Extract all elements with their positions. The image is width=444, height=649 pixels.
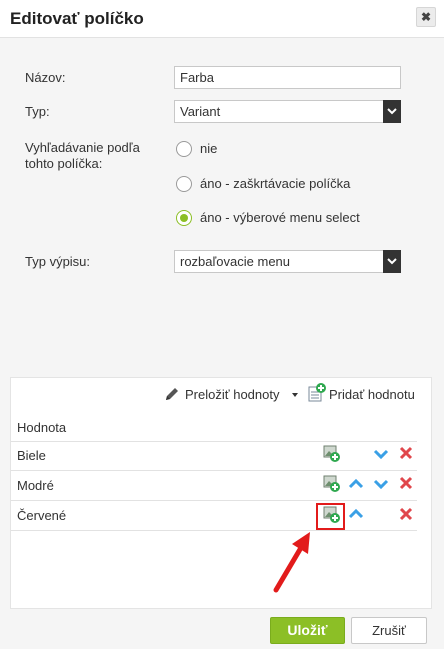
delete-icon[interactable] bbox=[398, 506, 416, 524]
annotation-arrow-icon bbox=[273, 532, 310, 593]
header-divider bbox=[11, 441, 417, 442]
translate-values-button[interactable]: Preložiť hodnoty bbox=[185, 387, 280, 402]
name-input[interactable]: Farba bbox=[174, 66, 401, 89]
cancel-button[interactable]: Zrušiť bbox=[351, 617, 427, 644]
chevron-down-icon bbox=[383, 250, 401, 273]
type-label: Typ: bbox=[25, 104, 50, 119]
value-row-name: Červené bbox=[17, 508, 67, 523]
radio-search-checkboxes[interactable] bbox=[176, 176, 192, 192]
radio-search-select[interactable] bbox=[176, 210, 192, 226]
close-button[interactable]: ✖ bbox=[416, 7, 436, 27]
radio-search-select-label[interactable]: áno - výberové menu select bbox=[200, 210, 360, 225]
value-row-name: Modré bbox=[17, 478, 54, 493]
value-column-header: Hodnota bbox=[17, 420, 67, 435]
image-add-icon[interactable] bbox=[323, 475, 341, 493]
close-icon: ✖ bbox=[420, 10, 432, 24]
values-panel: Preložiť hodnoty Pridať hodnotu Hodnota … bbox=[10, 377, 432, 609]
listing-select-value: rozbaľovacie menu bbox=[180, 254, 291, 269]
row-divider bbox=[11, 500, 417, 501]
search-label-line2: tohto políčka: bbox=[25, 156, 103, 171]
listing-select[interactable]: rozbaľovacie menu bbox=[174, 250, 401, 273]
save-button[interactable]: Uložiť bbox=[270, 617, 345, 644]
radio-search-checkboxes-label[interactable]: áno - zaškrtávacie políčka bbox=[200, 176, 350, 191]
row-divider bbox=[11, 470, 417, 471]
radio-search-none[interactable] bbox=[176, 141, 192, 157]
add-value-button[interactable]: Pridať hodnotu bbox=[329, 387, 415, 402]
move-up-icon[interactable] bbox=[348, 476, 366, 494]
move-up-icon[interactable] bbox=[348, 506, 366, 524]
radio-search-none-label[interactable]: nie bbox=[200, 141, 217, 156]
type-select[interactable]: Variant bbox=[174, 100, 401, 123]
delete-icon[interactable] bbox=[398, 475, 416, 493]
image-add-icon[interactable] bbox=[323, 445, 341, 463]
move-down-icon[interactable] bbox=[373, 446, 391, 464]
dialog-title: Editovať políčko bbox=[10, 9, 144, 28]
dialog-titlebar: Editovať políčko ✖ bbox=[0, 0, 444, 38]
pencil-icon[interactable] bbox=[164, 386, 182, 404]
caret-down-icon[interactable] bbox=[290, 386, 308, 404]
type-select-value: Variant bbox=[180, 104, 221, 119]
add-document-icon[interactable] bbox=[308, 383, 326, 402]
listing-label: Typ výpisu: bbox=[25, 254, 91, 269]
row-divider bbox=[11, 530, 417, 531]
delete-icon[interactable] bbox=[398, 445, 416, 463]
value-row-name: Biele bbox=[17, 448, 46, 463]
search-label-line1: Vyhľadávanie podľa bbox=[25, 140, 140, 155]
chevron-down-icon bbox=[383, 100, 401, 123]
move-down-icon[interactable] bbox=[373, 476, 391, 494]
name-label: Názov: bbox=[25, 70, 66, 85]
highlight-box bbox=[316, 503, 345, 530]
